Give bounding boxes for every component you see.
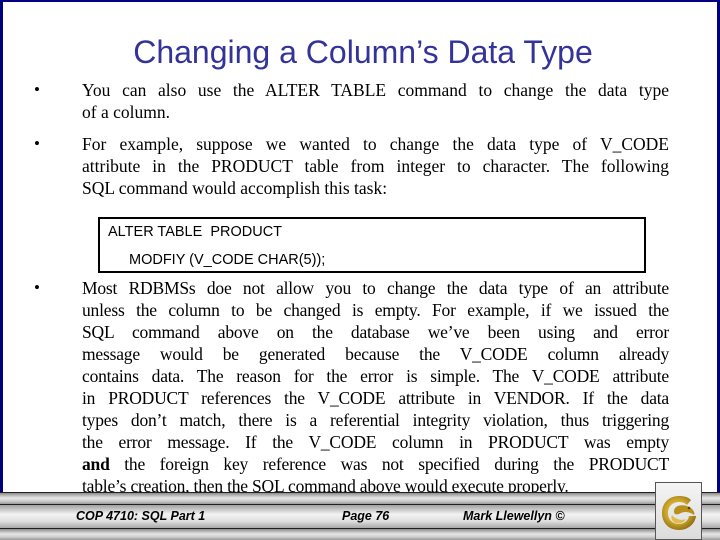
bullet-text: Most RDBMSs doe not allow you to change …	[82, 277, 669, 497]
footer-band-bottom	[0, 528, 720, 540]
bullet-icon: •	[34, 278, 40, 297]
ucf-pegasus-logo-icon	[662, 496, 696, 530]
slide-footer: COP 4710: SQL Part 1 Page 76 Mark Llewel…	[0, 492, 720, 540]
text-line: unless the column to be changed is empty…	[82, 300, 669, 320]
text-line: and the foreign key reference was not sp…	[82, 453, 669, 475]
text-line: SQL command above on the database we’ve …	[82, 322, 669, 342]
text-line: For example, suppose we wanted to change…	[82, 134, 669, 154]
text-line: in PRODUCT references the V_CODE attribu…	[82, 388, 669, 408]
text-fragment: the foreign key reference was not specif…	[109, 454, 669, 474]
footer-page-number: Page 76	[342, 509, 390, 523]
text-line: contains data. The reason for the error …	[82, 366, 669, 386]
footer-course: COP 4710: SQL Part 1	[76, 509, 206, 523]
text-line: message would be generated because the V…	[82, 344, 669, 364]
bold-word: and	[82, 454, 110, 474]
logo-box	[655, 482, 702, 540]
sql-line-2: MODFIY (V_CODE CHAR(5));	[129, 252, 326, 268]
bullet-text: For example, suppose we wanted to change…	[82, 133, 669, 199]
bullet-icon: •	[34, 134, 40, 153]
sql-code-box: ALTER TABLE PRODUCT MODFIY (V_CODE CHAR(…	[98, 217, 646, 273]
slide-title: Changing a Column’s Data Type	[133, 34, 593, 70]
text-line: You can also use the ALTER TABLE command…	[82, 80, 669, 100]
sql-line-1: ALTER TABLE PRODUCT	[108, 224, 283, 240]
text-line: attribute in the PRODUCT table from inte…	[82, 156, 669, 176]
footer-band-top	[0, 492, 720, 504]
footer-author: Mark Llewellyn ©	[463, 509, 565, 523]
bullet-text: You can also use the ALTER TABLE command…	[82, 79, 669, 123]
text-line: the error message. If the V_CODE column …	[82, 432, 669, 452]
text-line: SQL command would accomplish this task:	[82, 178, 388, 198]
text-line: types don’t match, there is a referentia…	[82, 410, 669, 430]
text-line: Most RDBMSs doe not allow you to change …	[82, 278, 669, 298]
bullet-icon: •	[34, 80, 40, 99]
slide: Changing a Column’s Data Type • You can …	[0, 0, 720, 540]
text-line: of a column.	[82, 102, 170, 122]
